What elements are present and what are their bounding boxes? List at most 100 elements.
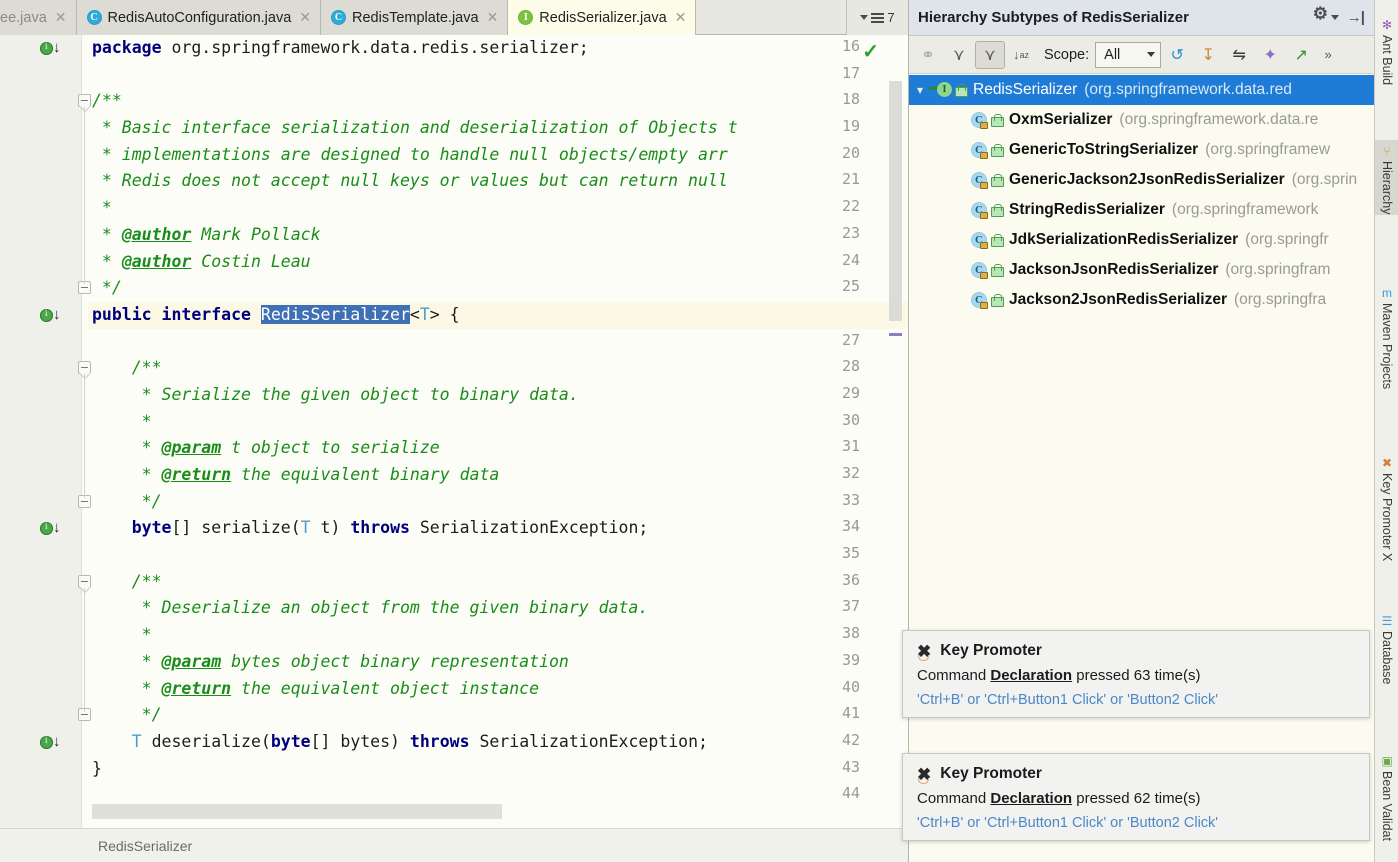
scope-label: Scope: (1044, 47, 1089, 63)
tool-window-tab-bean-validat[interactable]: ▣Bean Validat (1375, 750, 1398, 841)
code-line[interactable]: * @author Mark Pollack (88, 222, 908, 249)
gear-icon[interactable] (1310, 8, 1343, 27)
sort-alphabetically-icon[interactable]: ↓az (1006, 41, 1036, 69)
code-line[interactable]: /** (88, 569, 908, 596)
notification-shortcut[interactable]: 'Ctrl+B' or 'Ctrl+Button1 Click' or 'But… (917, 692, 1355, 708)
hierarchy-node-package: (org.springfra (1234, 291, 1326, 309)
fold-guide (84, 588, 85, 712)
hierarchy-tree-node[interactable]: CJacksonJsonRedisSerializer(org.springfr… (909, 255, 1374, 285)
key-promoter-notification-2[interactable]: ✖ Key Promoter Command Declaration press… (902, 753, 1370, 841)
code-line[interactable]: * Serialize the given object to binary d… (88, 382, 908, 409)
key-promoter-notification-1[interactable]: ✖ Key Promoter Command Declaration press… (902, 630, 1370, 718)
chevron-down-icon (860, 15, 868, 20)
code-line[interactable]: * (88, 622, 908, 649)
more-toolbar-actions-icon[interactable]: » (1317, 41, 1339, 69)
editor-horizontal-scrollbar[interactable] (92, 804, 502, 819)
code-line[interactable]: */ (88, 702, 908, 729)
hierarchy-root-node[interactable]: ▾IRedisSerializer(org.springframework.da… (909, 75, 1374, 105)
hierarchy-node-name: GenericToStringSerializer (1009, 141, 1198, 159)
editor-tab-0[interactable]: ee.java ✕ (0, 0, 77, 35)
code-line[interactable]: } (88, 756, 908, 783)
code-editor[interactable]: 16↓17181920212223242526↓2728293031323334… (0, 35, 908, 828)
editor-tab-1[interactable]: C RedisAutoConfiguration.java ✕ (77, 0, 322, 35)
tab-overflow-button[interactable]: 7 (846, 0, 908, 35)
refresh-icon[interactable]: ↺ (1162, 41, 1192, 69)
code-line[interactable]: /** (88, 355, 908, 382)
code-line[interactable]: * @param t object to serialize (88, 435, 908, 462)
code-line[interactable] (88, 542, 908, 569)
hide-panel-icon[interactable]: →| (1343, 7, 1368, 28)
hierarchy-node-name: JacksonJsonRedisSerializer (1009, 261, 1218, 279)
collapse-all-icon[interactable]: ⇋ (1224, 41, 1254, 69)
code-line[interactable]: package org.springframework.data.redis.s… (88, 35, 908, 62)
type-hierarchy-icon[interactable]: ⚭ (913, 41, 943, 69)
code-line[interactable]: * implementations are designed to handle… (88, 142, 908, 169)
code-line[interactable]: * Deserialize an object from the given b… (88, 595, 908, 622)
hierarchy-tree-node[interactable]: COxmSerializer(org.springframework.data.… (909, 105, 1374, 135)
hierarchy-tree-node[interactable]: CJdkSerializationRedisSerializer(org.spr… (909, 225, 1374, 255)
supertypes-hierarchy-icon[interactable]: ⋎ (944, 41, 974, 69)
code-line[interactable]: byte[] serialize(T t) throws Serializati… (88, 515, 908, 542)
code-text-area[interactable]: package org.springframework.data.redis.s… (88, 35, 908, 828)
class-icon: C (971, 232, 987, 248)
notification-command-name: Declaration (990, 790, 1072, 807)
chevron-down-icon[interactable]: ▾ (917, 83, 933, 97)
code-line[interactable]: */ (88, 489, 908, 516)
hierarchy-tree[interactable]: ▾IRedisSerializer(org.springframework.da… (909, 75, 1374, 862)
database-icon: ☰ (1382, 615, 1393, 627)
code-line[interactable] (88, 329, 908, 356)
code-line[interactable]: public interface RedisSerializer<T> { (88, 302, 908, 329)
code-line[interactable]: * @return the equivalent object instance (88, 676, 908, 703)
code-line[interactable]: * Redis does not accept null keys or val… (88, 168, 908, 195)
public-visibility-icon (955, 84, 966, 97)
editor-vertical-scrollbar[interactable] (889, 81, 902, 321)
run-gutter-icon[interactable]: ↓ (40, 41, 64, 57)
subtypes-hierarchy-icon[interactable]: ⋎ (975, 41, 1005, 69)
hierarchy-node-package: (org.springfr (1245, 231, 1329, 249)
code-line[interactable]: * (88, 195, 908, 222)
code-line[interactable]: */ (88, 275, 908, 302)
code-line[interactable]: T deserialize(byte[] bytes) throws Seria… (88, 729, 908, 756)
tool-window-tab-maven-projects[interactable]: mMaven Projects (1375, 282, 1398, 389)
close-icon[interactable]: ✕ (299, 9, 311, 26)
public-visibility-icon (991, 114, 1002, 127)
notification-title: Key Promoter (940, 642, 1042, 660)
code-line[interactable]: * @return the equivalent binary data (88, 462, 908, 489)
export-icon[interactable]: ↗ (1286, 41, 1316, 69)
editor-tab-2[interactable]: C RedisTemplate.java ✕ (321, 0, 508, 35)
expand-all-icon[interactable]: ↧ (1193, 41, 1223, 69)
close-icon[interactable]: ✕ (55, 9, 67, 26)
run-gutter-icon[interactable]: ↓ (40, 735, 64, 751)
code-line[interactable] (88, 62, 908, 89)
hierarchy-tree-node[interactable]: C Jackson2JsonRedisSerializer (org.springf… (909, 285, 1374, 315)
hierarchy-tree-node[interactable]: CGenericToStringSerializer(org.springfra… (909, 135, 1374, 165)
code-line[interactable]: * @param bytes object binary representat… (88, 649, 908, 676)
close-icon[interactable]: ✕ (675, 9, 687, 26)
code-line[interactable]: /** (88, 88, 908, 115)
hierarchy-panel-title: Hierarchy Subtypes of RedisSerializer (918, 9, 1189, 26)
tool-window-tab-key-promoter-x[interactable]: ✖Key Promoter X (1375, 452, 1398, 561)
class-icon: C (971, 292, 987, 308)
hierarchy-node-package: (org.springframework.data.re (1119, 111, 1318, 129)
hierarchy-tree-node[interactable]: CStringRedisSerializer(org.springframewo… (909, 195, 1374, 225)
run-gutter-icon[interactable]: ↓ (40, 308, 64, 324)
code-line[interactable]: * (88, 409, 908, 436)
tool-window-tab-ant-build[interactable]: ✻Ant Build (1375, 14, 1398, 85)
scrollbar-caret-marker (889, 333, 902, 336)
inspection-ok-icon[interactable]: ✓ (862, 39, 879, 64)
code-line[interactable]: * Basic interface serialization and dese… (88, 115, 908, 142)
pin-tab-icon[interactable]: ✦ (1255, 41, 1285, 69)
code-line[interactable]: * @author Costin Leau (88, 249, 908, 276)
scope-select[interactable]: All (1095, 42, 1161, 68)
hierarchy-node-name: Jackson2JsonRedisSerializer (1009, 291, 1227, 309)
hierarchy-tree-node[interactable]: CGenericJackson2JsonRedisSerializer(org.… (909, 165, 1374, 195)
notification-shortcut[interactable]: 'Ctrl+B' or 'Ctrl+Button1 Click' or 'But… (917, 815, 1355, 831)
hierarchy-node-name: GenericJackson2JsonRedisSerializer (1009, 171, 1285, 189)
editor-tab-3[interactable]: I RedisSerializer.java ✕ (508, 0, 696, 35)
hierarchy-node-name: RedisSerializer (973, 81, 1077, 99)
close-icon[interactable]: ✕ (487, 9, 499, 26)
class-icon: C (971, 112, 987, 128)
run-gutter-icon[interactable]: ↓ (40, 521, 64, 537)
tool-window-tab-database[interactable]: ☰Database (1375, 610, 1398, 685)
tool-window-tab-hierarchy[interactable]: ⑂Hierarchy (1375, 140, 1398, 215)
